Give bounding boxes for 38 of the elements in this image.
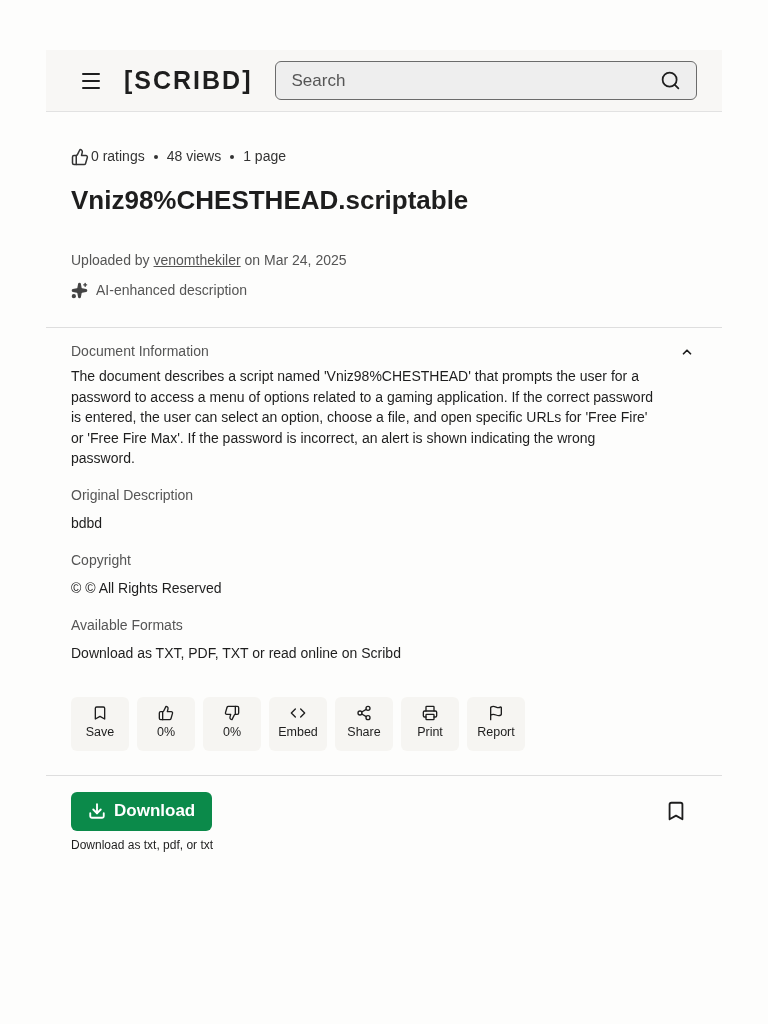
upload-info: Uploaded by venomthekiler on Mar 24, 2025 <box>71 251 348 270</box>
stat-text: 1 page <box>243 147 286 166</box>
action-button[interactable]: Print <box>401 696 459 751</box>
action-button[interactable]: Share <box>335 696 393 751</box>
flag-icon <box>488 705 504 722</box>
sparkle-icon <box>71 282 88 299</box>
logo[interactable]: [SCRIBD] <box>124 61 253 100</box>
search-field[interactable]: Search <box>274 61 697 100</box>
description-text: The document describes a script named 'Vniz98%CHESTHEAD' that prompts the user for a password to access a menu of options related to a gaming application. If the correct password is entered, the user can select an option, choose a file, and open specific URLs for 'Free Fire' or 'Free Fire Max'. If the password is incorrect, an alert is shown indicating the wrong password. <box>71 367 655 468</box>
search-icon[interactable] <box>660 70 681 91</box>
stat-text: 48 views <box>166 147 222 166</box>
section-heading: Document Information <box>71 342 209 361</box>
action-button[interactable]: Embed <box>269 696 327 751</box>
section-heading: Original Description <box>71 485 195 505</box>
uploader-link[interactable]: venomthekiler <box>153 252 241 268</box>
document-title: Vniz98%CHESTHEAD.scriptable <box>71 184 470 217</box>
dot-separator <box>153 154 158 159</box>
action-button[interactable]: Save <box>71 696 129 751</box>
section-text: Download as TXT, PDF, TXT or read online on Scribd <box>71 643 402 663</box>
action-button[interactable]: 0% <box>203 696 261 751</box>
action-button[interactable]: Report <box>467 696 525 751</box>
section-text: © © All Rights Reserved <box>71 578 223 598</box>
thumbs-up-icon <box>158 705 174 722</box>
section-text: bdbd <box>71 513 104 533</box>
bookmark-icon <box>92 705 108 722</box>
thumbs-down-icon <box>224 705 240 722</box>
printer-icon <box>422 705 438 722</box>
dot-separator <box>230 154 235 159</box>
action-button[interactable]: 0% <box>137 696 195 751</box>
section-heading: Copyright <box>71 550 132 570</box>
download-icon <box>88 802 106 820</box>
stat-text: 0 ratings <box>91 147 145 166</box>
section-heading: Available Formats <box>71 615 184 635</box>
thumbs-up-icon <box>71 147 89 166</box>
ai-note: AI-enhanced description <box>96 281 247 300</box>
download-note: Download as txt, pdf, or txt <box>71 836 215 854</box>
download-button[interactable]: Download <box>71 791 213 831</box>
share-icon <box>356 705 372 722</box>
